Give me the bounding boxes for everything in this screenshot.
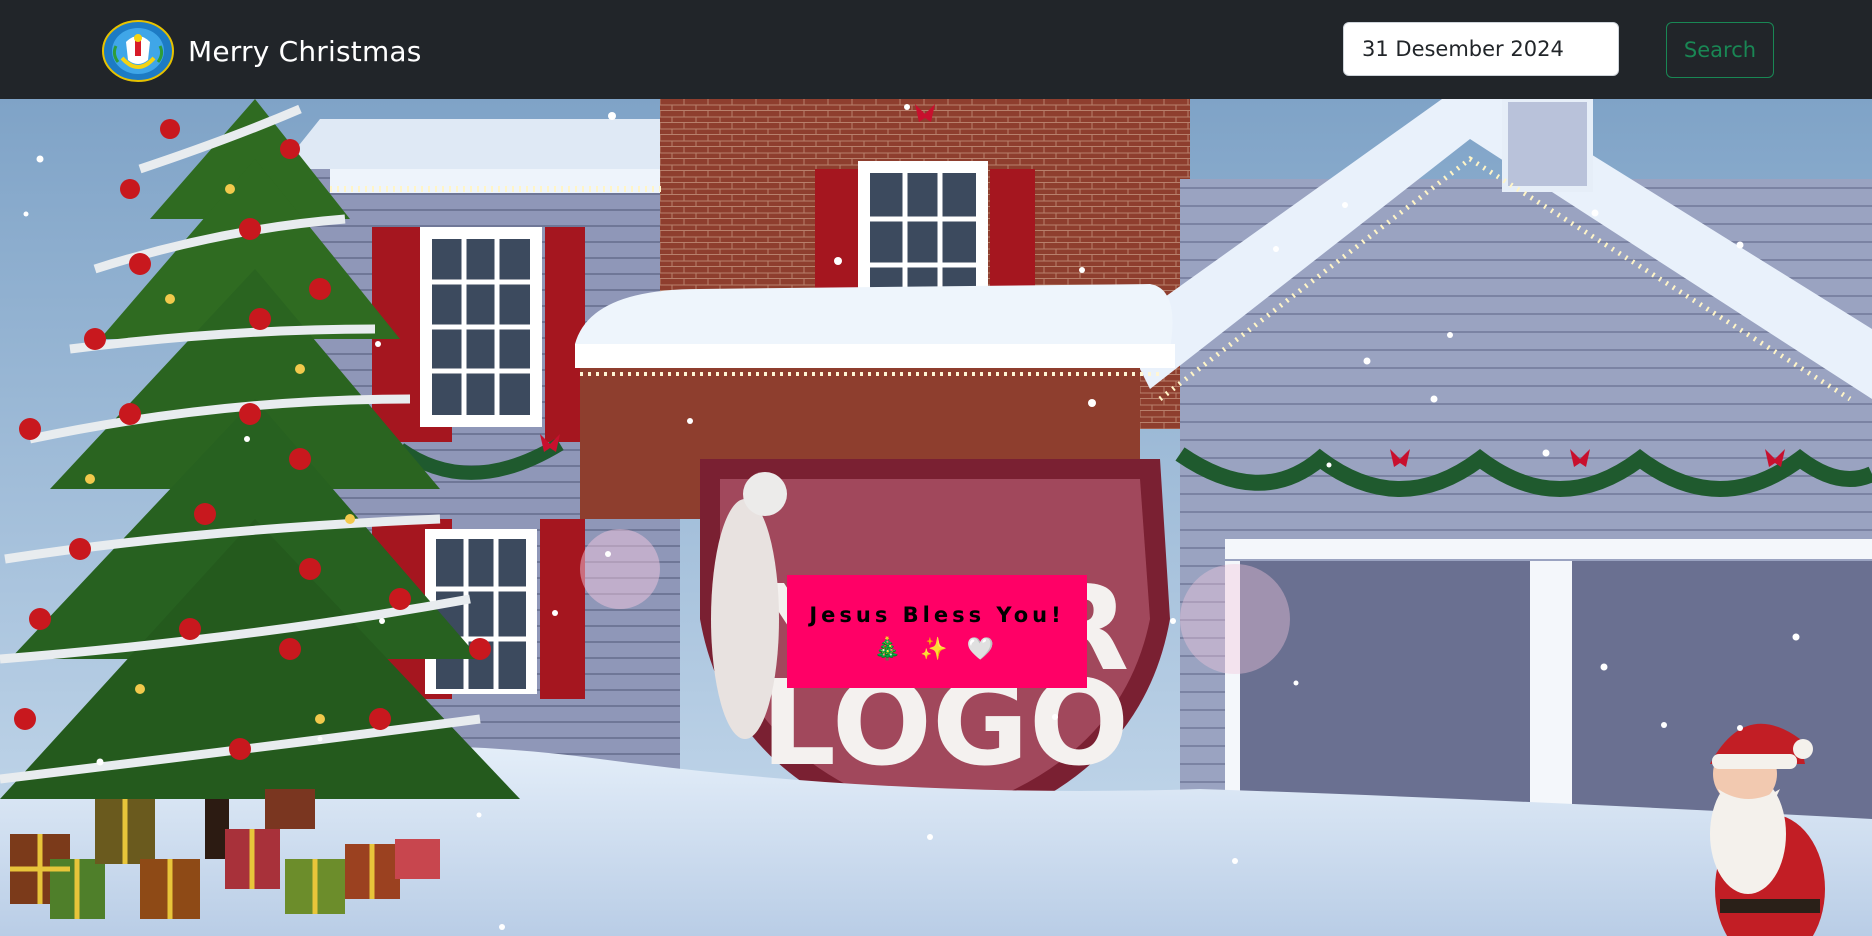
date-search-input[interactable] — [1343, 22, 1619, 76]
school-crest-logo-icon — [102, 20, 174, 82]
greeting-text: Jesus Bless You! — [809, 603, 1065, 627]
christmas-house-video-icon: YOUR LOGO — [0, 99, 1872, 936]
christmas-scene-video[interactable]: YOUR LOGO — [0, 99, 1872, 936]
navbar-brand[interactable]: Merry Christmas — [102, 20, 422, 82]
brand-title: Merry Christmas — [188, 34, 422, 68]
greeting-emoji: 🎄 ✨ 🤍 — [873, 637, 1001, 662]
search-button[interactable]: Search — [1666, 22, 1774, 78]
navbar: Merry Christmas Search — [0, 0, 1872, 99]
greeting-card: Jesus Bless You! 🎄 ✨ 🤍 — [787, 575, 1087, 688]
